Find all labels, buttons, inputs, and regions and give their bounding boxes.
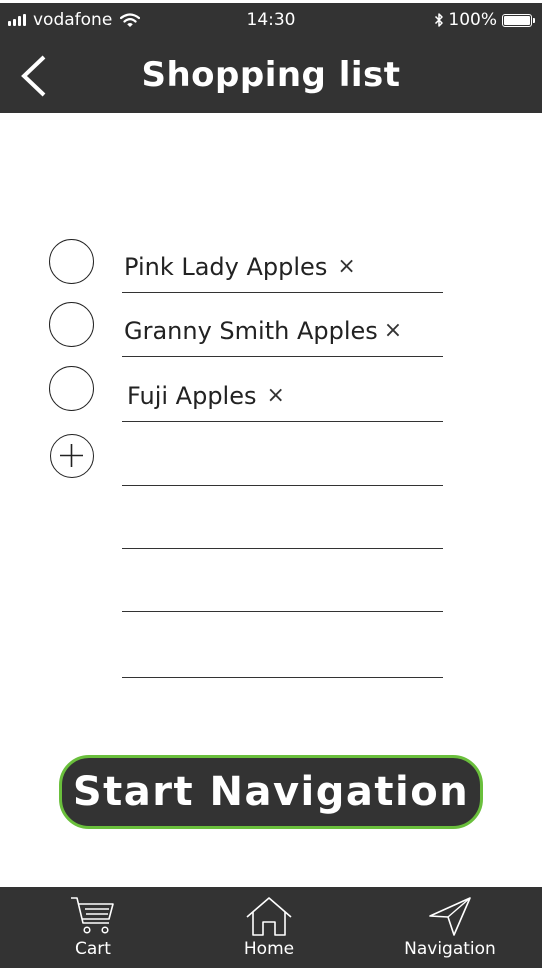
tab-navigation-label: Navigation — [404, 939, 496, 959]
list-item: Pink Lady Apples × — [0, 237, 542, 301]
status-bar: vodafone 14:30 100% — [0, 3, 542, 37]
plus-icon — [60, 444, 83, 467]
header: vodafone 14:30 100% Shopping list — [0, 3, 542, 113]
battery-icon — [502, 13, 535, 27]
navigation-arrow-icon — [429, 897, 471, 936]
item-checkbox[interactable] — [49, 302, 94, 347]
empty-item-line[interactable] — [122, 548, 443, 549]
item-checkbox[interactable] — [49, 366, 94, 411]
tab-home-label: Home — [243, 939, 295, 959]
add-item-row — [0, 433, 542, 497]
list-item: Fuji Apples × — [0, 366, 542, 430]
list-item: Granny Smith Apples × — [0, 302, 542, 366]
home-icon — [246, 897, 292, 936]
item-field[interactable]: Pink Lady Apples × — [122, 241, 443, 293]
tab-cart[interactable]: Cart — [53, 887, 133, 968]
page-title: Shopping list — [141, 55, 401, 95]
item-label: Granny Smith Apples — [124, 316, 378, 345]
item-field[interactable]: Granny Smith Apples × — [122, 305, 443, 357]
tab-cart-label: Cart — [75, 939, 111, 959]
plus-circle-icon[interactable] — [50, 434, 94, 478]
status-right: 100% — [434, 10, 535, 30]
bluetooth-icon — [435, 13, 444, 27]
item-label: Fuji Apples — [127, 381, 257, 410]
tab-home[interactable]: Home — [229, 887, 309, 968]
start-navigation-button[interactable]: Start Navigation — [59, 755, 483, 829]
add-item-field[interactable] — [122, 434, 443, 486]
cart-icon — [71, 897, 114, 934]
item-label: Pink Lady Apples — [124, 252, 328, 281]
tab-navigation[interactable]: Navigation — [398, 887, 502, 968]
remove-item-icon[interactable]: × — [267, 384, 285, 407]
battery-percent: 100% — [448, 10, 497, 30]
empty-item-line[interactable] — [122, 677, 443, 678]
empty-item-line[interactable] — [122, 611, 443, 612]
item-field[interactable]: Fuji Apples × — [122, 370, 443, 422]
item-checkbox[interactable] — [49, 239, 94, 284]
remove-item-icon[interactable]: × — [384, 319, 402, 342]
tab-bar: Cart Home Navigation — [0, 887, 542, 968]
remove-item-icon[interactable]: × — [337, 255, 355, 278]
start-navigation-label: Start Navigation — [72, 769, 470, 815]
